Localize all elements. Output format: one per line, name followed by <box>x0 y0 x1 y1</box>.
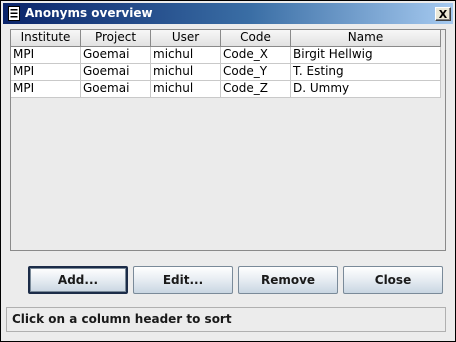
column-header-name[interactable]: Name <box>291 30 441 46</box>
cell-project: Goemai <box>81 47 151 63</box>
close-window-button[interactable]: X <box>435 7 451 21</box>
table-row[interactable]: MPI Goemai michul Code_X Birgit Hellwig <box>11 47 441 64</box>
table-row[interactable]: MPI Goemai michul Code_Y T. Esting <box>11 64 441 81</box>
cell-institute: MPI <box>11 47 81 63</box>
edit-button-label: Edit... <box>162 273 204 287</box>
close-icon: X <box>438 7 448 21</box>
anonyms-table[interactable]: Institute Project User Code Name MPI Goe… <box>10 29 446 251</box>
cell-code: Code_X <box>221 47 291 63</box>
cell-name: T. Esting <box>291 64 441 80</box>
cell-project: Goemai <box>81 64 151 80</box>
close-button[interactable]: Close <box>343 266 443 294</box>
document-icon <box>8 6 20 21</box>
title-bar[interactable]: Anonyms overview X <box>3 3 453 24</box>
edit-button[interactable]: Edit... <box>133 266 233 294</box>
cell-name: Birgit Hellwig <box>291 47 441 63</box>
add-button-label: Add... <box>57 273 99 287</box>
cell-user: michul <box>151 47 221 63</box>
column-header-project[interactable]: Project <box>81 30 151 46</box>
column-header-code[interactable]: Code <box>221 30 291 46</box>
add-button[interactable]: Add... <box>28 266 128 294</box>
close-button-label: Close <box>374 273 412 287</box>
cell-user: michul <box>151 81 221 97</box>
window-title: Anonyms overview <box>25 6 153 20</box>
table-row[interactable]: MPI Goemai michul Code_Z D. Ummy <box>11 81 441 98</box>
column-header-institute[interactable]: Institute <box>11 30 81 46</box>
cell-institute: MPI <box>11 64 81 80</box>
table-body: MPI Goemai michul Code_X Birgit Hellwig … <box>11 47 441 98</box>
cell-user: michul <box>151 64 221 80</box>
cell-institute: MPI <box>11 81 81 97</box>
column-header-user[interactable]: User <box>151 30 221 46</box>
cell-name: D. Ummy <box>291 81 441 97</box>
remove-button[interactable]: Remove <box>238 266 338 294</box>
status-bar: Click on a column header to sort <box>6 307 446 332</box>
cell-code: Code_Z <box>221 81 291 97</box>
cell-project: Goemai <box>81 81 151 97</box>
remove-button-label: Remove <box>260 273 316 287</box>
table-header: Institute Project User Code Name <box>11 30 441 47</box>
cell-code: Code_Y <box>221 64 291 80</box>
anonyms-overview-window: Anonyms overview X Institute Project Use… <box>0 0 456 342</box>
